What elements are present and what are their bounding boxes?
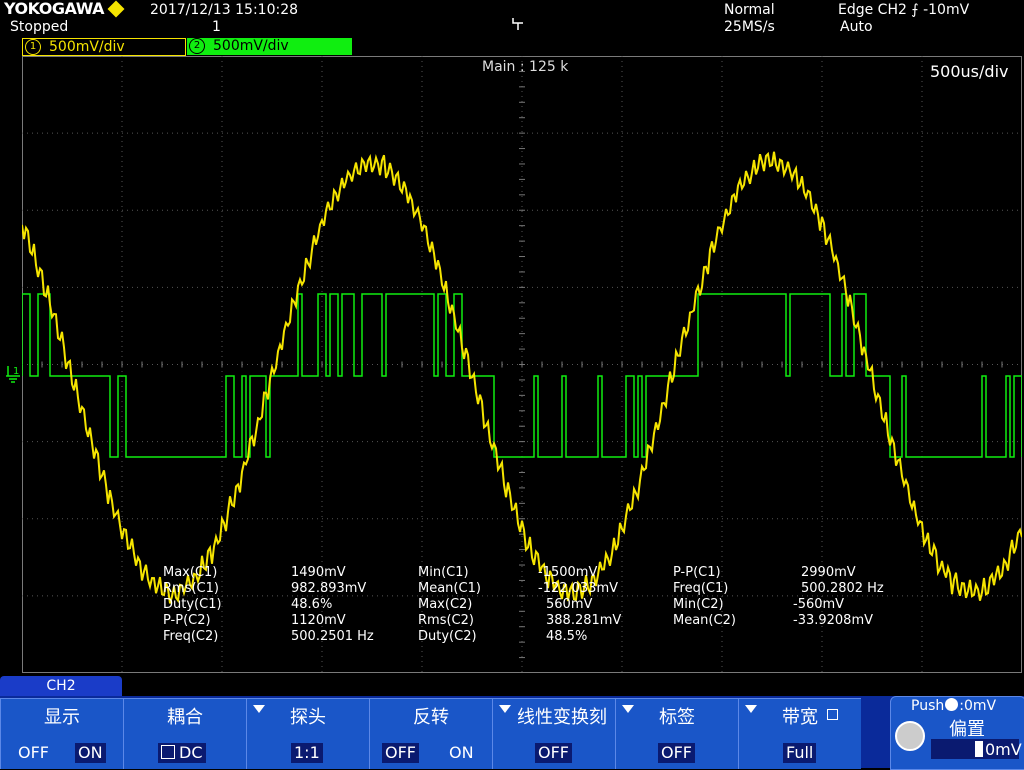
bandwidth-softkey[interactable]: 带宽 Full	[738, 698, 861, 769]
offset-knob-panel[interactable]: Push :0mV 偏置 0mV	[890, 696, 1024, 770]
meas-label: Duty(C1)	[163, 597, 222, 612]
probe-value: 1:1	[291, 743, 323, 763]
meas-value: -33.9208mV	[793, 613, 874, 628]
meas-value: 500.2802 Hz	[801, 581, 884, 596]
ch2-scale-label[interactable]: 2 500mV/div	[187, 38, 352, 55]
offset-title: 偏置	[949, 719, 985, 740]
meas-value: 1490mV	[291, 565, 346, 580]
trigger-mode: Auto	[840, 19, 873, 35]
probe-title: 探头	[290, 707, 326, 728]
coupling-title: 耦合	[167, 707, 203, 728]
meas-label: Min(C1)	[418, 565, 469, 580]
tab-ch2[interactable]: CH2	[0, 676, 122, 696]
ch1-waveform	[22, 151, 1022, 604]
offset-value: 0mV	[985, 740, 1022, 759]
invert-off-option[interactable]: OFF	[382, 743, 419, 763]
trigger-setting: Edge CH2 ⨍ -10mV	[838, 2, 970, 18]
meas-value: -122.033mV	[538, 581, 619, 596]
probe-softkey[interactable]: 探头 1:1	[246, 698, 369, 769]
invert-on-option[interactable]: ON	[446, 743, 477, 763]
display-on-option[interactable]: ON	[75, 743, 106, 763]
coupling-value: DC	[158, 743, 206, 763]
meas-value: 48.5%	[546, 629, 588, 644]
linear-scale-softkey[interactable]: 线性变换刻 OFF	[492, 698, 615, 769]
coupling-dc-icon	[161, 745, 175, 759]
filter-icon	[827, 709, 838, 720]
ch2-scale-text: 500mV/div	[213, 38, 289, 54]
datetime: 2017/12/13 15:10:28	[150, 2, 299, 18]
meas-label: Min(C2)	[673, 597, 724, 612]
ch1-scale-text: 500mV/div	[49, 39, 125, 55]
ground-marker-label: 1	[13, 366, 19, 377]
brand-logo: YOKOGAWA	[4, 0, 105, 18]
coupling-value-text: DC	[179, 743, 203, 762]
push-text: Push	[911, 698, 945, 714]
brand-diamond-icon	[107, 0, 125, 18]
display-softkey[interactable]: 显示 OFF ON	[0, 698, 123, 769]
label-value: OFF	[658, 743, 695, 763]
offset-value-field[interactable]: 0mV	[931, 739, 1022, 759]
display-title: 显示	[44, 707, 80, 728]
meas-label: Freq(C1)	[673, 581, 729, 596]
linear-scale-title: 线性变换刻	[517, 707, 607, 728]
ch1-scale-label[interactable]: 1 500mV/div	[22, 38, 186, 56]
run-status: Stopped	[10, 19, 69, 35]
push-label: Push :0mV	[911, 698, 996, 714]
time-per-div: 500us/div	[930, 62, 1009, 81]
invert-softkey[interactable]: 反转 OFF ON	[369, 698, 492, 769]
knob-icon[interactable]	[895, 721, 925, 751]
meas-label: P-P(C1)	[673, 565, 721, 580]
meas-label: P-P(C2)	[163, 613, 211, 628]
meas-label: Max(C1)	[163, 565, 218, 580]
meas-value: 982.893mV	[291, 581, 367, 596]
sample-rate: 25MS/s	[724, 19, 775, 35]
ground-marker-icon[interactable]: 1	[6, 364, 22, 390]
label-title: 标签	[659, 707, 695, 728]
meas-label: Mean(C2)	[673, 613, 736, 628]
meas-value: 560mV	[546, 597, 593, 612]
meas-value: 388.281mV	[546, 613, 622, 628]
meas-value: 1120mV	[291, 613, 346, 628]
meas-label: Mean(C1)	[418, 581, 481, 596]
meas-value: -1500mV	[538, 565, 598, 580]
ch2-number: 2	[189, 38, 205, 54]
acquisition-mode: Normal	[724, 2, 775, 18]
meas-label: Duty(C2)	[418, 629, 477, 644]
meas-value: 500.2501 Hz	[291, 629, 374, 644]
bandwidth-value: Full	[783, 743, 817, 763]
trigger-position-icon	[512, 17, 524, 35]
offset-cursor	[975, 741, 983, 757]
push-value: :0mV	[959, 698, 997, 714]
bandwidth-title: 带宽	[782, 707, 818, 728]
meas-label: Max(C2)	[418, 597, 473, 612]
push-reset-icon	[945, 698, 959, 711]
acquisition-count: 1	[212, 19, 221, 35]
linear-scale-value: OFF	[535, 743, 572, 763]
coupling-softkey[interactable]: 耦合 DC	[123, 698, 246, 769]
meas-label: Rms(C2)	[418, 613, 474, 628]
ch1-number: 1	[25, 39, 41, 55]
meas-label: Freq(C2)	[163, 629, 219, 644]
meas-value: 2990mV	[801, 565, 856, 580]
main-record-length: Main : 125 k	[482, 59, 569, 75]
meas-label: Rms(C1)	[163, 581, 219, 596]
label-softkey[interactable]: 标签 OFF	[615, 698, 738, 769]
meas-value: 48.6%	[291, 597, 333, 612]
invert-title: 反转	[413, 707, 449, 728]
measurement-panel: Max(C1) 1490mV Min(C1) -1500mV P-P(C1) 2…	[0, 565, 1024, 665]
meas-value: -560mV	[793, 597, 845, 612]
display-off-option[interactable]: OFF	[15, 743, 52, 763]
